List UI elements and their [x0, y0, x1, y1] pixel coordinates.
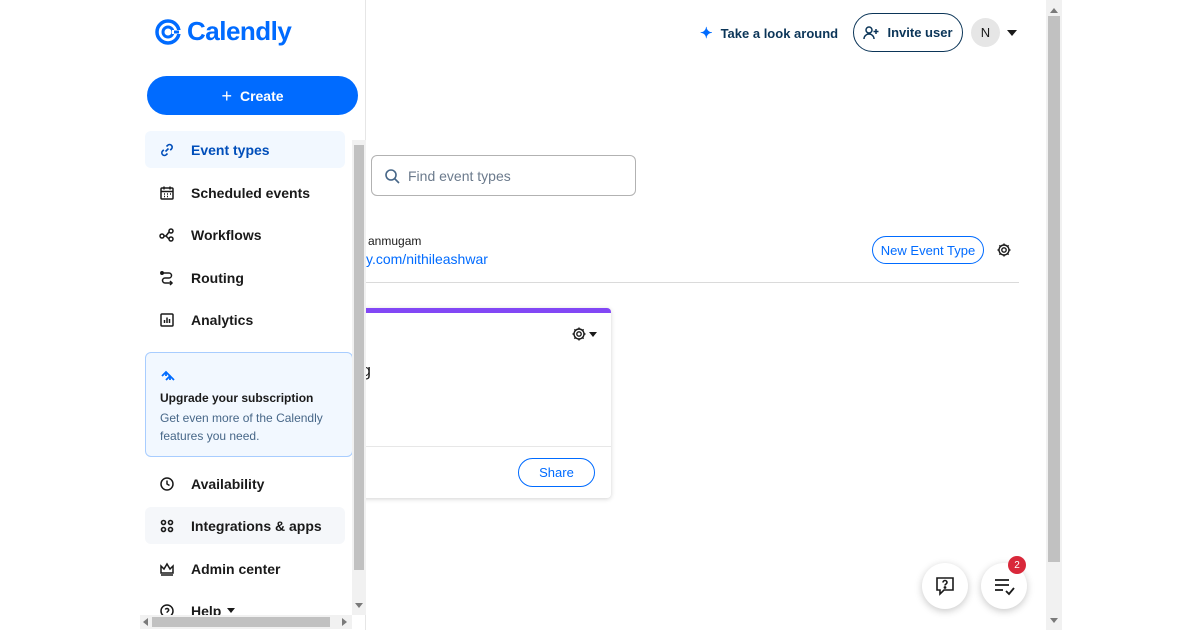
scroll-down-icon[interactable]	[1050, 618, 1058, 623]
calendly-logo-icon	[155, 18, 181, 45]
crown-icon	[160, 562, 174, 576]
sidebar-item-integrations[interactable]: Integrations & apps	[145, 507, 345, 544]
card-accent-bar	[360, 308, 611, 313]
search-box[interactable]	[371, 155, 636, 196]
invite-user-label: Invite user	[887, 25, 953, 40]
sidebar-item-admin-center[interactable]: Admin center	[145, 550, 345, 587]
upgrade-title: Upgrade your subscription	[160, 391, 314, 405]
avatar[interactable]: N	[971, 18, 1000, 47]
add-user-icon	[863, 25, 879, 39]
checklist-icon	[995, 579, 1015, 596]
calendly-logo[interactable]: Calendly	[155, 16, 292, 47]
sidebar-horizontal-thumb[interactable]	[152, 617, 330, 627]
card-divider	[360, 446, 611, 447]
gear-icon[interactable]	[996, 242, 1012, 258]
sidebar-item-label: Scheduled events	[191, 184, 311, 201]
sidebar-item-event-types[interactable]: Event types	[145, 131, 345, 168]
upgrade-subscription-card[interactable]: Upgrade your subscription Get even more …	[145, 352, 353, 457]
left-margin	[0, 0, 138, 630]
sparkle-icon: ✦	[700, 24, 713, 42]
divider	[366, 282, 1019, 283]
sidebar-item-label: Integrations & apps	[191, 517, 322, 534]
clock-icon	[160, 476, 174, 491]
plus-icon: +	[221, 85, 232, 106]
chevron-down-icon	[227, 608, 236, 613]
brand-name: Calendly	[187, 16, 292, 46]
sidebar-item-label: Routing	[191, 269, 244, 286]
take-a-look-around-label: Take a look around	[720, 25, 839, 41]
grid-icon	[160, 519, 174, 532]
sidebar-item-availability[interactable]: Availability	[145, 465, 345, 502]
create-label: Create	[239, 87, 284, 104]
help-chat-button[interactable]	[922, 563, 968, 609]
notification-badge: 2	[1008, 556, 1026, 574]
avatar-initial: N	[980, 25, 991, 40]
search-icon	[385, 168, 400, 184]
sidebar-item-label: Admin center	[191, 560, 281, 577]
right-margin	[1062, 0, 1200, 630]
sidebar-item-workflows[interactable]: Workflows	[145, 216, 345, 253]
workflow-icon	[159, 227, 174, 242]
upgrade-text: Get even more of the Calendly features y…	[160, 411, 323, 443]
scroll-left-icon[interactable]	[143, 618, 148, 626]
scroll-up-icon[interactable]	[1050, 8, 1058, 13]
event-type-card[interactable]: ng e Share	[360, 308, 611, 498]
sidebar-item-routing[interactable]: Routing	[145, 259, 345, 296]
sidebar-item-label: Workflows	[191, 226, 262, 243]
sidebar-item-scheduled-events[interactable]: Scheduled events	[145, 174, 345, 211]
app-frame: ✦ Take a look around Invite user N anmug…	[0, 0, 1200, 630]
sidebar-item-label: Event types	[191, 141, 270, 158]
main-scroll-thumb[interactable]	[1048, 16, 1060, 562]
scroll-right-icon[interactable]	[342, 618, 347, 626]
sidebar-item-analytics[interactable]: Analytics	[145, 301, 345, 338]
share-button[interactable]: Share	[518, 458, 595, 487]
scroll-down-icon[interactable]	[355, 603, 363, 608]
create-button[interactable]: + Create	[147, 76, 358, 115]
gear-icon[interactable]	[571, 326, 587, 342]
sidebar-item-label: Analytics	[191, 311, 254, 328]
search-input[interactable]	[408, 167, 608, 184]
take-a-look-around-link[interactable]: ✦ Take a look around	[700, 22, 838, 44]
analytics-icon	[160, 312, 174, 327]
upgrade-icon	[161, 370, 175, 381]
chevron-down-icon[interactable]	[589, 332, 597, 337]
owner-link[interactable]: y.com/nithileashwar	[366, 251, 488, 267]
new-event-type-label: New Event Type	[880, 242, 976, 258]
sidebar-scroll-thumb[interactable]	[354, 145, 364, 570]
owner-name: anmugam	[368, 234, 422, 248]
calendar-icon	[160, 186, 174, 200]
invite-user-button[interactable]: Invite user	[853, 13, 963, 52]
routing-icon	[160, 270, 174, 286]
new-event-type-button[interactable]: New Event Type	[872, 236, 984, 264]
account-caret-icon[interactable]	[1007, 30, 1017, 36]
share-label: Share	[539, 465, 574, 480]
sidebar-item-label: Availability	[191, 475, 265, 492]
sidebar: Calendly + Create Event types Scheduled …	[138, 0, 366, 630]
question-bubble-icon	[936, 577, 954, 596]
link-icon	[161, 143, 173, 156]
